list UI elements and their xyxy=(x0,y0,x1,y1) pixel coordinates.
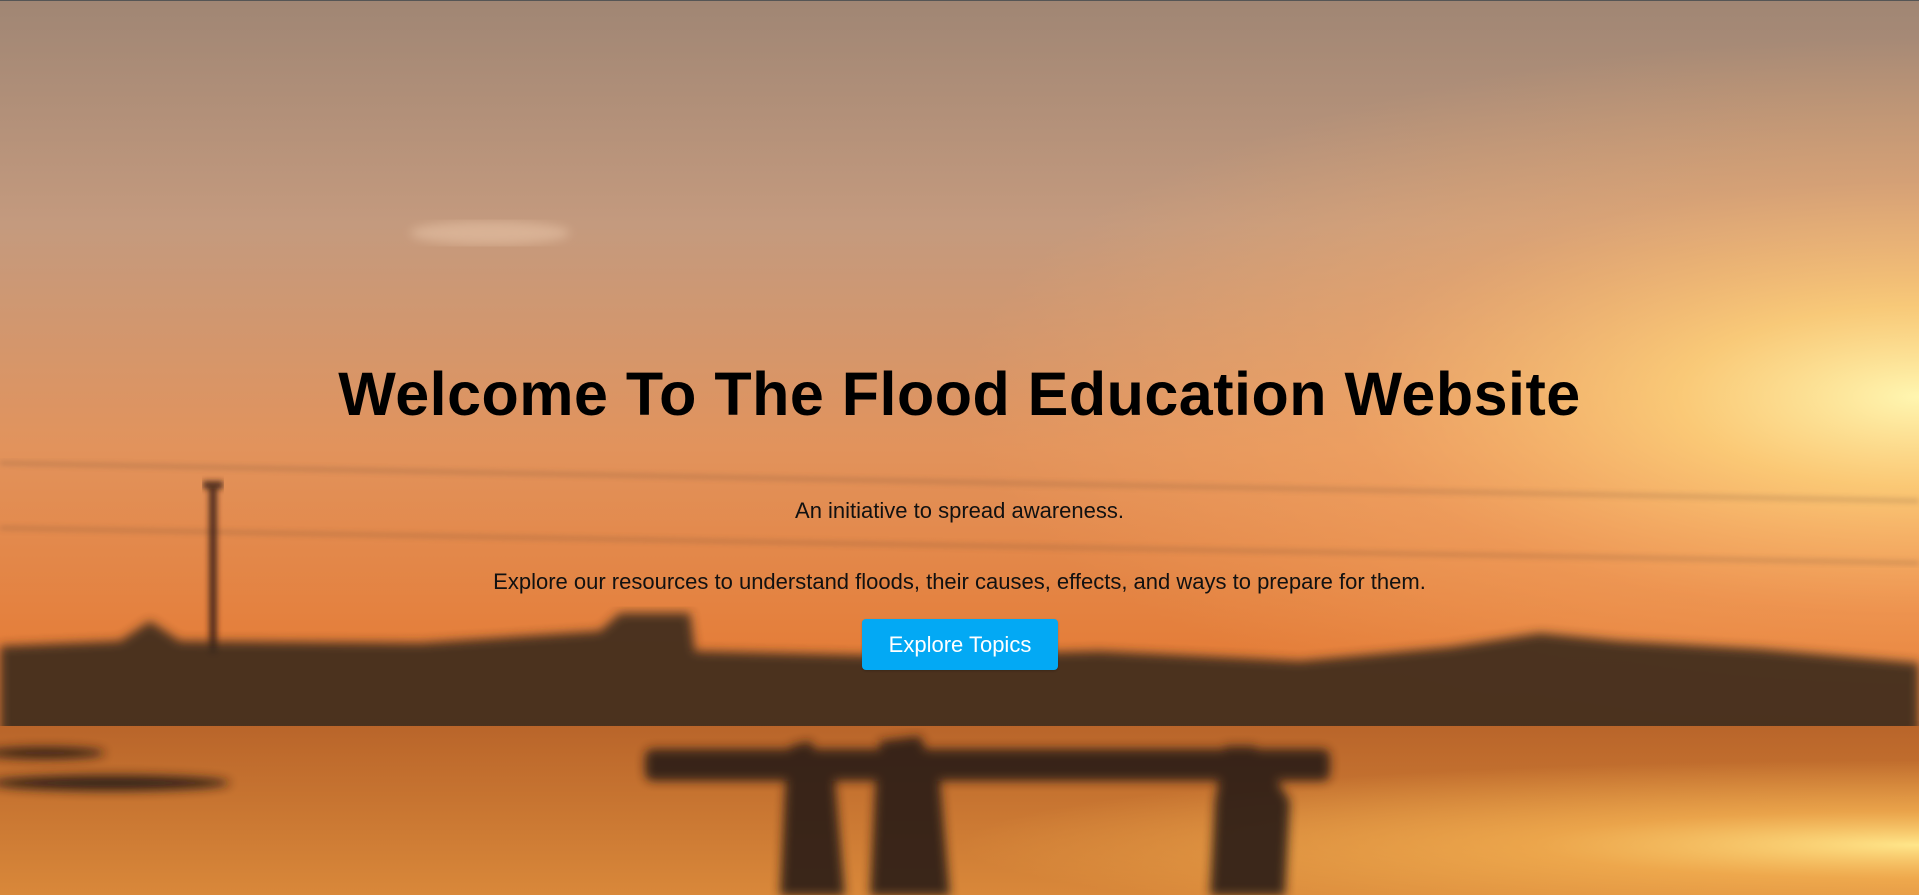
hero-title: Welcome To The Flood Education Website xyxy=(338,360,1581,428)
hero-tagline: An initiative to spread awareness. xyxy=(795,498,1124,523)
hero-description: Explore our resources to understand floo… xyxy=(493,569,1426,594)
hero-section: Welcome To The Flood Education Website A… xyxy=(0,0,1919,895)
hero-content: Welcome To The Flood Education Website A… xyxy=(0,1,1919,895)
explore-topics-button[interactable]: Explore Topics xyxy=(862,619,1058,670)
